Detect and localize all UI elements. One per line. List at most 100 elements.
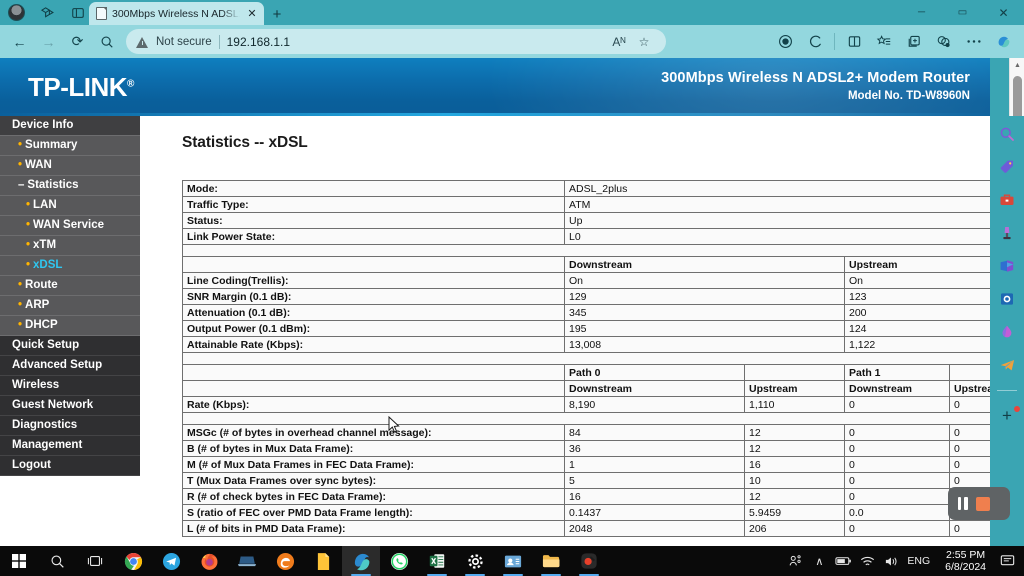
people-share-icon[interactable] xyxy=(783,546,807,576)
sidebar-item-xdsl[interactable]: • xDSL xyxy=(0,256,140,276)
add-favorite-icon[interactable]: ☆ xyxy=(632,31,656,53)
browser-essentials-icon[interactable] xyxy=(930,28,958,55)
telegram-icon[interactable] xyxy=(152,546,190,576)
telegram-icon[interactable] xyxy=(996,354,1018,376)
sidebar-item-xtm[interactable]: • xTM xyxy=(0,236,140,256)
edge-legacy-icon[interactable] xyxy=(266,546,304,576)
screen-recorder-widget xyxy=(948,487,1010,520)
contacts-icon[interactable] xyxy=(494,546,532,576)
shopping-tag-icon[interactable] xyxy=(996,156,1018,178)
row-label: L (# of bits in PMD Data Frame): xyxy=(182,520,565,537)
row-label: Link Power State: xyxy=(182,228,565,245)
office-icon[interactable] xyxy=(996,288,1018,310)
settings-icon[interactable] xyxy=(456,546,494,576)
row-label: M (# of Mux Data Frames in FEC Data Fram… xyxy=(182,456,565,473)
tab-close-icon[interactable]: ✕ xyxy=(245,7,259,21)
forward-button[interactable]: → xyxy=(35,28,62,55)
table-row: Line Coding(Trellis): On On xyxy=(182,272,990,289)
read-aloud-icon[interactable]: Aᴺ xyxy=(607,31,631,53)
maximize-button[interactable]: ▭ xyxy=(942,0,983,25)
browser-tab[interactable]: 300Mbps Wireless N ADSL2+ Mo ✕ xyxy=(89,2,264,25)
battery-icon[interactable] xyxy=(831,546,855,576)
extensions-icon[interactable] xyxy=(771,28,799,55)
games-icon[interactable] xyxy=(996,222,1018,244)
sidebar-item-statistics[interactable]: – Statistics xyxy=(0,176,140,196)
path0-downstream-value: 0.1437 xyxy=(564,504,745,521)
start-icon[interactable] xyxy=(0,546,38,576)
router-sidebar: Device Info • Summary • WAN – Statistics • LAN • W… xyxy=(0,116,140,546)
firefox-icon[interactable] xyxy=(190,546,228,576)
tab-actions-icon[interactable] xyxy=(67,2,89,24)
add-sidebar-app-button[interactable]: + xyxy=(996,405,1020,427)
row-label: Attainable Rate (Kbps): xyxy=(182,336,565,353)
split-screen-icon[interactable] xyxy=(840,28,868,55)
back-button[interactable]: ← xyxy=(6,28,33,55)
drop-icon[interactable] xyxy=(996,321,1018,343)
minimize-button[interactable]: ─ xyxy=(901,0,942,25)
show-hidden-icons-button[interactable]: ∧ xyxy=(807,546,831,576)
volume-icon[interactable] xyxy=(879,546,903,576)
wifi-icon[interactable] xyxy=(855,546,879,576)
page-favicon-icon xyxy=(96,7,107,20)
favorites-icon[interactable] xyxy=(870,28,898,55)
sidebar-item-wan-service[interactable]: • WAN Service xyxy=(0,216,140,236)
url-text[interactable]: 192.168.1.1 xyxy=(227,35,290,49)
chrome-icon[interactable] xyxy=(114,546,152,576)
path0-upstream-value: 10 xyxy=(744,472,845,489)
sidebar-item-summary[interactable]: • Summary xyxy=(0,136,140,156)
copilot-icon[interactable] xyxy=(801,28,829,55)
tools-icon[interactable] xyxy=(996,189,1018,211)
address-bar[interactable]: Not secure 192.168.1.1 Aᴺ ☆ xyxy=(126,29,666,54)
sidebar-item-diagnostics[interactable]: Diagnostics xyxy=(0,416,140,436)
task-view-icon[interactable] xyxy=(76,546,114,576)
new-tab-button[interactable]: + xyxy=(264,3,290,25)
sidebar-item-advanced-setup[interactable]: Advanced Setup xyxy=(0,356,140,376)
sidebar-item-management[interactable]: Management xyxy=(0,436,140,456)
sidebar-item-guest-network[interactable]: Guest Network xyxy=(0,396,140,416)
language-indicator[interactable]: ENG xyxy=(903,555,937,567)
sidebar-item-lan[interactable]: • LAN xyxy=(0,196,140,216)
sidebar-item-quick-setup[interactable]: Quick Setup xyxy=(0,336,140,356)
notepad-icon[interactable] xyxy=(304,546,342,576)
file-explorer-icon[interactable] xyxy=(532,546,570,576)
recorder-pause-button[interactable] xyxy=(957,497,968,510)
clock[interactable]: 2:55 PM 6/8/2024 xyxy=(937,549,994,573)
scroll-up-arrow[interactable]: ▲ xyxy=(1010,58,1024,73)
sidebar-item-route[interactable]: • Route xyxy=(0,276,140,296)
collections-icon[interactable] xyxy=(900,28,928,55)
menu-marker: – xyxy=(18,179,25,191)
xdsl-statistics-table: Mode: ADSL_2plus Traffic Type: ATM Status: Up… xyxy=(182,180,990,537)
copilot-sidebar-icon[interactable] xyxy=(990,28,1018,55)
notifications-icon[interactable] xyxy=(994,546,1020,576)
not-secure-warning-icon xyxy=(136,36,149,48)
sidebar-item-arp[interactable]: • ARP xyxy=(0,296,140,316)
sidebar-item-label: xDSL xyxy=(33,259,63,271)
lenovo-vantage-icon[interactable] xyxy=(228,546,266,576)
sidebar-item-wan[interactable]: • WAN xyxy=(0,156,140,176)
row-label: Attenuation (0.1 dB): xyxy=(182,304,565,321)
sidebar-item-dhcp[interactable]: • DHCP xyxy=(0,316,140,336)
recorder-stop-button[interactable] xyxy=(976,496,990,511)
edge-icon[interactable] xyxy=(342,546,380,576)
security-status-label: Not secure xyxy=(156,35,212,48)
whatsapp-icon[interactable] xyxy=(380,546,418,576)
app-icon[interactable] xyxy=(570,546,608,576)
close-window-button[interactable]: ✕ xyxy=(983,0,1024,25)
settings-more-icon[interactable] xyxy=(960,28,988,55)
search-icon[interactable] xyxy=(38,546,76,576)
search-icon[interactable] xyxy=(93,28,120,55)
outlook-icon[interactable] xyxy=(996,255,1018,277)
sidebar-item-device-info[interactable]: Device Info xyxy=(0,116,140,136)
notification-dot xyxy=(1014,406,1020,412)
profile-avatar-icon[interactable] xyxy=(5,2,27,24)
search-icon[interactable] xyxy=(996,123,1018,145)
menu-marker: • xyxy=(18,279,23,291)
spacer-cell xyxy=(182,244,990,257)
excel-icon[interactable] xyxy=(418,546,456,576)
table-row: Attenuation (0.1 dB): 345 200 xyxy=(182,304,990,321)
sidebar-item-logout[interactable]: Logout xyxy=(0,456,140,476)
refresh-button[interactable]: ⟳ xyxy=(64,28,91,55)
sidebar-item-wireless[interactable]: Wireless xyxy=(0,376,140,396)
tplink-logo-text: TP-LINK xyxy=(28,72,128,102)
workspaces-icon[interactable] xyxy=(36,2,58,24)
